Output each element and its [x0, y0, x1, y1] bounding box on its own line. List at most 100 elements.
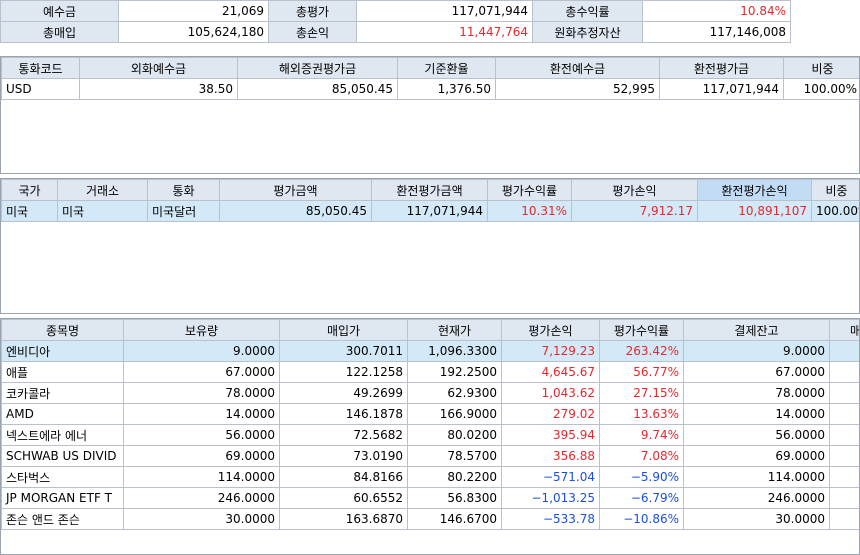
- total-eval-label: 총평가: [268, 0, 357, 22]
- total-buy-value: 105,624,180: [118, 21, 269, 43]
- total-return-label: 총수익률: [532, 0, 643, 22]
- currency-name-cell: 미국달러: [147, 200, 220, 222]
- country-header-1[interactable]: 거래소: [57, 179, 148, 201]
- holdings-header-5[interactable]: 평가수익률: [599, 319, 684, 341]
- country-header-4[interactable]: 환전평가금액: [371, 179, 488, 201]
- country-header-7[interactable]: 환전평가손익: [697, 179, 812, 201]
- holdings-table-panel: 종목명 보유량 매입가 현재가 평가손익 평가수익률 결제잔고 매 엔비디아 9.0000 300…: [0, 318, 860, 555]
- currency-cell: 117,071,944: [659, 78, 784, 100]
- table-row[interactable]: 넥스트에라 에너 56.0000 72.5682 80.0200 395.94 9.74%…: [1, 424, 859, 446]
- holdings-header-4[interactable]: 평가손익: [501, 319, 600, 341]
- current-price-cell: 56.8300: [407, 487, 502, 509]
- currency-header-3[interactable]: 기준환율: [397, 57, 496, 79]
- buy-price-cell: 60.6552: [279, 487, 408, 509]
- overflow-cell: [829, 466, 859, 488]
- quantity-cell: 30.0000: [123, 508, 280, 530]
- table-row[interactable]: AMD 14.0000 146.1878 166.9000 279.02 13.63% 14…: [1, 403, 859, 425]
- country-header-6[interactable]: 평가손익: [571, 179, 698, 201]
- exchange-cell: 미국: [57, 200, 148, 222]
- holdings-header-2[interactable]: 매입가: [279, 319, 408, 341]
- overflow-cell: [829, 445, 859, 467]
- eval-pnl-cell: 279.02: [501, 403, 600, 425]
- holdings-header-1[interactable]: 보유량: [123, 319, 280, 341]
- buy-price-cell: 300.7011: [279, 340, 408, 362]
- settlement-balance-cell: 67.0000: [683, 361, 830, 383]
- eval-pnl-cell: 395.94: [501, 424, 600, 446]
- currency-header-2[interactable]: 해외증권평가금: [237, 57, 398, 79]
- currency-header-1[interactable]: 외화예수금: [79, 57, 238, 79]
- current-price-cell: 78.5700: [407, 445, 502, 467]
- currency-header-0[interactable]: 통화코드: [1, 57, 80, 79]
- settlement-balance-cell: 30.0000: [683, 508, 830, 530]
- buy-price-cell: 84.8166: [279, 466, 408, 488]
- country-header-3[interactable]: 평가금액: [219, 179, 372, 201]
- eval-return-cell: −5.90%: [599, 466, 684, 488]
- table-row[interactable]: 애플 67.0000 122.1258 192.2500 4,645.67 56.77% 6…: [1, 361, 859, 383]
- table-row[interactable]: SCHWAB US DIVID 69.0000 73.0190 78.5700 356.…: [1, 445, 859, 467]
- eval-pnl-cell: 7,129.23: [501, 340, 600, 362]
- currency-table-panel: 통화코드 외화예수금 해외증권평가금 기준환율 환전예수금 환전평가금 비중 USD 38.5…: [0, 56, 860, 174]
- quantity-cell: 69.0000: [123, 445, 280, 467]
- country-header-5[interactable]: 평가수익률: [487, 179, 572, 201]
- eval-pnl-cell: −533.78: [501, 508, 600, 530]
- country-table-panel: 국가 거래소 통화 평가금액 환전평가금액 평가수익률 평가손익 환전평가손익 비중 미국 미국 미…: [0, 178, 860, 314]
- current-price-cell: 1,096.3300: [407, 340, 502, 362]
- table-row[interactable]: 스타벅스 114.0000 84.8166 80.2200 −571.04 −5.90% 1…: [1, 466, 859, 488]
- holdings-table: 종목명 보유량 매입가 현재가 평가손익 평가수익률 결제잔고 매 엔비디아 9.0000 300…: [1, 319, 859, 530]
- eval-pnl-cell: −1,013.25: [501, 487, 600, 509]
- settlement-balance-cell: 114.0000: [683, 466, 830, 488]
- overflow-cell: [829, 508, 859, 530]
- eval-pnl-cell: 356.88: [501, 445, 600, 467]
- currency-header-5[interactable]: 환전평가금: [659, 57, 784, 79]
- buy-price-cell: 49.2699: [279, 382, 408, 404]
- fx-eval-pnl-cell: 10,891,107: [697, 200, 812, 222]
- country-header-8[interactable]: 비중: [811, 179, 859, 201]
- quantity-cell: 14.0000: [123, 403, 280, 425]
- table-row[interactable]: 미국 미국 미국달러 85,050.45 117,071,944 10.31% 7,912.…: [1, 200, 859, 222]
- holdings-header-7[interactable]: 매: [829, 319, 859, 341]
- overflow-cell: [829, 487, 859, 509]
- overflow-cell: [829, 382, 859, 404]
- eval-return-cell: 27.15%: [599, 382, 684, 404]
- country-header-0[interactable]: 국가: [1, 179, 58, 201]
- holdings-header-0[interactable]: 종목명: [1, 319, 124, 341]
- currency-code: USD: [1, 78, 80, 100]
- quantity-cell: 9.0000: [123, 340, 280, 362]
- total-buy-label: 총매입: [0, 21, 119, 43]
- krw-est-value: 117,146,008: [642, 21, 791, 43]
- eval-pnl-cell: −571.04: [501, 466, 600, 488]
- table-row[interactable]: 존슨 앤드 존슨 30.0000 163.6870 146.6700 −533.78 −1…: [1, 508, 859, 530]
- current-price-cell: 80.0200: [407, 424, 502, 446]
- settlement-balance-cell: 56.0000: [683, 424, 830, 446]
- stock-name-cell: 존슨 앤드 존슨: [1, 508, 124, 530]
- eval-return-cell: 9.74%: [599, 424, 684, 446]
- table-row[interactable]: 코카콜라 78.0000 49.2699 62.9300 1,043.62 27.15% 7…: [1, 382, 859, 404]
- eval-return-cell: −10.86%: [599, 508, 684, 530]
- currency-header-6[interactable]: 비중: [783, 57, 859, 79]
- eval-return-cell: −6.79%: [599, 487, 684, 509]
- table-row[interactable]: JP MORGAN ETF T 246.0000 60.6552 56.8300 −1,…: [1, 487, 859, 509]
- stock-name-cell: AMD: [1, 403, 124, 425]
- eval-pnl-cell: 4,645.67: [501, 361, 600, 383]
- current-price-cell: 166.9000: [407, 403, 502, 425]
- current-price-cell: 62.9300: [407, 382, 502, 404]
- table-row[interactable]: 엔비디아 9.0000 300.7011 1,096.3300 7,129.23 263.…: [1, 340, 859, 362]
- holdings-header-6[interactable]: 결제잔고: [683, 319, 830, 341]
- settlement-balance-cell: 78.0000: [683, 382, 830, 404]
- total-eval-value: 117,071,944: [356, 0, 533, 22]
- settlement-balance-cell: 246.0000: [683, 487, 830, 509]
- holdings-header-3[interactable]: 현재가: [407, 319, 502, 341]
- stock-name-cell: 스타벅스: [1, 466, 124, 488]
- eval-pnl-cell: 7,912.17: [571, 200, 698, 222]
- country-header-2[interactable]: 통화: [147, 179, 220, 201]
- current-price-cell: 146.6700: [407, 508, 502, 530]
- summary-panel: 예수금 21,069 총평가 117,071,944 총수익률 10.84% 총…: [0, 0, 791, 43]
- quantity-cell: 246.0000: [123, 487, 280, 509]
- currency-cell: 52,995: [495, 78, 660, 100]
- table-row[interactable]: USD 38.50 85,050.45 1,376.50 52,995 117,071,9…: [1, 78, 859, 100]
- buy-price-cell: 122.1258: [279, 361, 408, 383]
- krw-est-label: 원화추정자산: [532, 21, 643, 43]
- stock-name-cell: 넥스트에라 에너: [1, 424, 124, 446]
- currency-header-4[interactable]: 환전예수금: [495, 57, 660, 79]
- stock-name-cell: 애플: [1, 361, 124, 383]
